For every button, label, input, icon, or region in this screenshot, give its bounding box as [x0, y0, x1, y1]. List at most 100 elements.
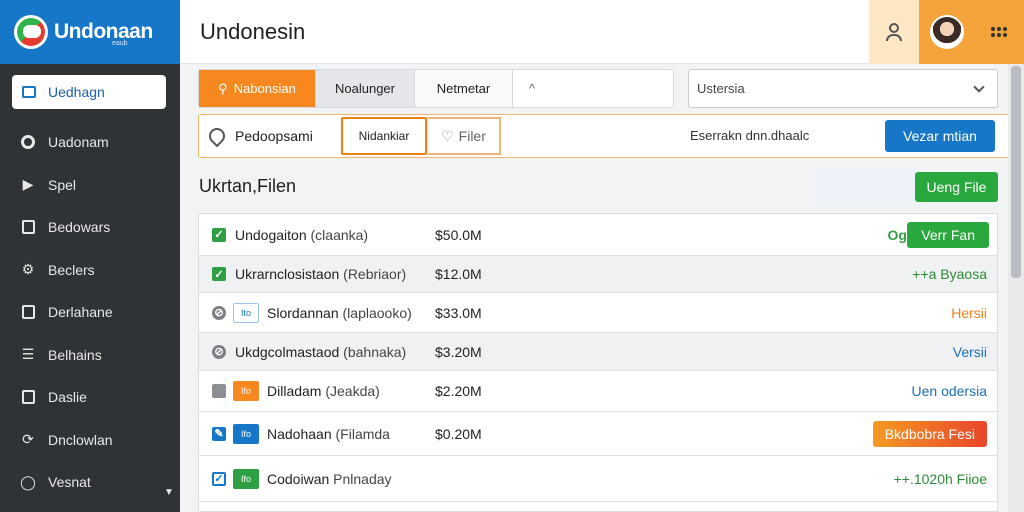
checkbox[interactable]: ⊘ [212, 344, 226, 359]
sidebar-item-4[interactable]: ⚙ Beclers [0, 249, 180, 292]
avatar-button[interactable] [919, 0, 974, 64]
status-button[interactable]: Verr Fan [907, 221, 989, 248]
status-button[interactable]: Bkdbobra Fesi [872, 420, 987, 447]
checkbox[interactable]: ✓ [212, 227, 226, 242]
select-value: Ustersia [697, 81, 745, 96]
file-size: $2.20M [435, 383, 482, 399]
file-size: $0.20M [435, 425, 482, 442]
tab-2[interactable]: Noalunger [316, 70, 415, 107]
sidebar-item-2[interactable]: ▶ Spel [0, 164, 180, 207]
sidebar-item-8[interactable]: ⟳ Dnclowlan [0, 419, 180, 462]
scrollbar[interactable] [1008, 64, 1024, 512]
section-title: Ukrtan,Filen [199, 176, 297, 196]
sidebar-item-label: Bedowars [48, 219, 111, 236]
chip-label: Pedoopsami [235, 128, 313, 144]
stack-icon: ☰ [21, 346, 35, 363]
sidebar-item-label: Dnclowlan [48, 431, 113, 448]
table-row[interactable]: ⊘ Ito Slordannan (laplaooko) $33.0M Hers… [199, 293, 997, 333]
sidebar-item-label: Beclers [48, 261, 95, 278]
top-header: Undonesin [180, 0, 1024, 64]
tag-icon: ▶ [22, 176, 34, 193]
table-row[interactable]: Ifo Dilladam (Jeakda) $2.20M Uen odersia [199, 371, 997, 412]
sidebar-item-1[interactable]: Uadonam [0, 121, 180, 164]
sidebar-item-label: Daslie [48, 389, 87, 406]
sidebar-item-label: Spel [48, 176, 77, 193]
file-name: Nadohaan (Filamda [267, 425, 390, 442]
table-row[interactable]: ✓ Ifo Codoiwan Pnlnaday ++.1020h Fiioe [199, 456, 997, 502]
file-type-icon: Ifo [233, 423, 259, 444]
chevron-down-icon [973, 80, 985, 93]
tab-label: Netmetar [436, 81, 491, 96]
sidebar-item-label: Belhains [48, 346, 102, 363]
file-name: Dilladam (Jeakda) [267, 383, 380, 399]
chevron-up-icon: ^ [529, 81, 536, 96]
circle-icon [20, 134, 36, 150]
sidebar-item-6[interactable]: ☰ Belhains [0, 334, 180, 377]
brand-name: Undonaan [54, 20, 153, 43]
upload-file-button[interactable]: Ueng File [915, 172, 998, 202]
file-type-icon: Ito [233, 302, 259, 323]
chip-label: Nidankiar [358, 129, 410, 143]
sidebar-item-label: Uedhagn [48, 84, 105, 100]
filter-chip-active[interactable]: Nidankiar [341, 117, 427, 155]
inbox-icon [22, 86, 36, 98]
section-header-fill [816, 168, 916, 204]
sidebar-item-5[interactable]: Derlahane [0, 291, 180, 334]
checkbox[interactable]: ✓ [212, 267, 226, 281]
scrollbar-thumb[interactable] [1011, 66, 1021, 278]
tab-label: Noalunger [335, 81, 395, 96]
sidebar-item-active[interactable]: Uedhagn [12, 75, 166, 109]
checkbox[interactable] [212, 384, 226, 398]
location-chip[interactable]: Pedoopsami [205, 123, 313, 149]
table-row[interactable]: ✎ Ifo Nadohaan (Filamda $0.20M Bkdbobra … [199, 412, 997, 456]
user-icon: ◯ [20, 473, 36, 490]
checkbox[interactable]: ⊘ [212, 305, 226, 320]
status-text: ++a Byaosa [912, 266, 987, 282]
chevron-down-icon[interactable]: ▼ [164, 487, 174, 498]
sidebar-item-3[interactable]: Bedowars [0, 206, 180, 249]
page-title: Undonesin [200, 19, 306, 44]
filter-chip[interactable]: ♡ Filer [427, 117, 501, 155]
file-size: $50.0M [435, 226, 482, 243]
brand-bar[interactable]: Undonaan eaub [0, 0, 180, 64]
brand-logo-icon [14, 15, 48, 49]
search-icon: ⚲ [218, 80, 228, 96]
sidebar-item-label: Derlahane [48, 304, 113, 321]
checkbox[interactable]: ✓ [212, 471, 226, 486]
apply-button[interactable]: Vezar mtian [885, 120, 995, 152]
grid-dots-icon [991, 27, 1007, 37]
gear-icon: ⚙ [21, 261, 35, 278]
filter-summary: Eserrakn dnn.dhaalc [690, 128, 810, 143]
file-name: Ukdgcolmastaod (bahnaka) [235, 343, 407, 360]
file-name: Ukrarnclosistaon (Rebriaor) [235, 266, 407, 282]
checkbox[interactable]: ✎ [212, 426, 226, 441]
sidebar-item-label: Uadonam [48, 134, 109, 151]
user-button[interactable] [869, 0, 919, 64]
calendar-icon [20, 219, 36, 235]
avatar [929, 15, 964, 49]
chip-label: Filer [458, 128, 486, 144]
tab-1[interactable]: ⚲ Nabonsian [199, 70, 316, 107]
tab-label: Nabonsian [233, 81, 296, 96]
refresh-icon: ⟳ [22, 431, 34, 448]
apps-menu-button[interactable] [974, 0, 1024, 64]
table-row[interactable]: ✓ Undogaiton (claanka) $50.0M Og Verr Fa… [199, 214, 997, 256]
tab-3[interactable]: Netmetar [415, 70, 513, 107]
sidebar-item-9[interactable]: ◯ Vesnat [0, 461, 180, 504]
file-size: $12.0M [435, 266, 482, 282]
table-row[interactable]: ✓ Ukrarnclosistaon (Rebriaor) $12.0M ++a… [199, 256, 997, 293]
status-text: Uen odersia [911, 383, 988, 399]
file-name: Codoiwan Pnlnaday [267, 470, 392, 487]
status-text: Versii [952, 343, 987, 360]
sidebar-item-7[interactable]: Daslie [0, 376, 180, 419]
sidebar: Undonaan eaub Uedhagn Uadonam ▶ Spel Bed… [0, 0, 180, 512]
heart-icon: ♡ [441, 127, 454, 144]
brand-sub: eaub [112, 40, 128, 47]
filter-select[interactable]: Ustersia [688, 69, 998, 108]
file-type-icon: Ifo [233, 381, 259, 401]
tab-collapse[interactable]: ^ [513, 70, 673, 107]
document-icon [20, 304, 36, 320]
tab-bar: ⚲ Nabonsian Noalunger Netmetar ^ [198, 69, 674, 108]
file-type-icon: Ifo [233, 468, 259, 489]
table-row[interactable]: ⊘ Ukdgcolmastaod (bahnaka) $3.20M Versii [199, 333, 997, 371]
